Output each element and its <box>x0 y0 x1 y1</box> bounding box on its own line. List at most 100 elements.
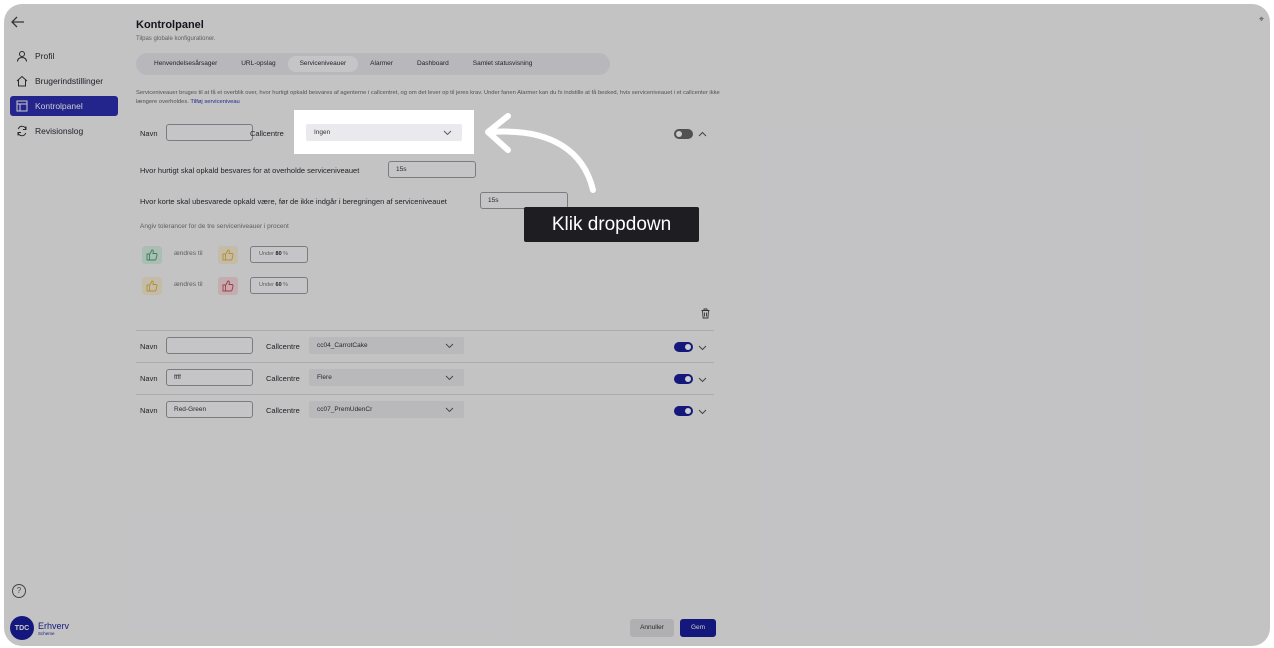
sidebar-item-kontrolpanel[interactable]: Kontrolpanel <box>10 96 118 116</box>
main-content: Kontrolpanel Tilpas globale konfiguratio… <box>136 4 736 646</box>
thumbs-up-icon <box>222 249 234 261</box>
app-window: Profil Brugerindstillinger Kontrolpanel … <box>4 4 1270 646</box>
logo-text: Erhverv Scheme <box>38 621 69 636</box>
tolerance-value: 60 <box>275 282 282 288</box>
enable-toggle[interactable] <box>674 406 693 416</box>
divider <box>136 362 714 363</box>
logo-name: Erhverv <box>38 620 70 631</box>
add-service-level-link[interactable]: Tilføj serviceniveau <box>190 99 239 105</box>
dropdown-value: Flere <box>317 374 332 381</box>
sidebar-item-label: Revisionslog <box>35 126 84 136</box>
chevron-down-icon <box>443 130 452 136</box>
sidebar-item-label: Brugerindstillinger <box>35 76 104 86</box>
percent-unit: % <box>283 282 289 288</box>
logo-badge: TDC <box>10 616 34 640</box>
divider <box>136 330 714 331</box>
name-input[interactable] <box>166 337 253 354</box>
thumbs-up-icon <box>222 280 234 292</box>
chevron-up-icon[interactable] <box>698 130 707 139</box>
name-label: Navn <box>140 374 158 383</box>
callcentre-dropdown[interactable]: Ingen <box>306 124 462 141</box>
dropdown-value: Ingen <box>314 129 331 136</box>
chevron-down-icon[interactable] <box>698 375 707 384</box>
callcentre-label: Callcentre <box>266 374 300 383</box>
toggle-knob <box>685 408 691 414</box>
thumbs-up-icon <box>146 280 158 292</box>
sidebar: Profil Brugerindstillinger Kontrolpanel … <box>4 4 122 646</box>
tab-url-opslag[interactable]: URL-opslag <box>229 56 287 72</box>
home-icon <box>16 75 28 87</box>
divider <box>136 394 714 395</box>
enable-toggle[interactable] <box>674 129 693 139</box>
dropdown-value: cc07_PremUdenCr <box>317 406 373 413</box>
chevron-down-icon <box>445 375 454 381</box>
level-yellow-badge <box>218 246 238 264</box>
tab-bar: Henvendelsesårsager URL-opslag Serviceni… <box>136 53 610 75</box>
page-title: Kontrolpanel <box>136 19 204 31</box>
back-arrow-icon[interactable] <box>10 14 26 30</box>
description: Serviceniveauer bruges til at få et over… <box>136 89 724 107</box>
trash-icon[interactable] <box>700 308 711 319</box>
chevron-down-icon[interactable] <box>698 343 707 352</box>
tolerance-value: 80 <box>275 251 282 257</box>
callcentre-dropdown[interactable]: cc07_PremUdenCr <box>309 401 464 418</box>
tab-alarmer[interactable]: Alarmer <box>358 56 405 72</box>
tab-samlet-statusvisning[interactable]: Samlet statusvisning <box>461 56 545 72</box>
callcentre-label: Callcentre <box>250 129 284 138</box>
name-label: Navn <box>140 342 158 351</box>
name-label: Navn <box>140 406 158 415</box>
page-subtitle: Tilpas globale konfigurationer. <box>136 36 216 42</box>
tab-serviceniveauer[interactable]: Serviceniveauer <box>287 56 359 72</box>
save-button[interactable]: Gem <box>680 619 716 637</box>
enable-toggle[interactable] <box>674 374 693 384</box>
chevron-down-icon <box>445 407 454 413</box>
sidebar-item-label: Kontrolpanel <box>35 101 83 111</box>
callcentre-label: Callcentre <box>266 342 300 351</box>
changes-to-label: ændres til <box>174 250 203 257</box>
percent-unit: % <box>283 251 289 257</box>
refresh-icon <box>17 125 27 137</box>
dropdown-value: cc04_CarrotCake <box>317 342 368 349</box>
chevron-down-icon[interactable] <box>698 407 707 416</box>
sidebar-item-brugerindstillinger[interactable]: Brugerindstillinger <box>10 71 118 91</box>
toggle-knob <box>685 344 691 350</box>
level-red-badge <box>218 277 238 295</box>
sidebar-item-revisionslog[interactable]: Revisionslog <box>10 121 118 141</box>
changes-to-label: ændres til <box>174 281 203 288</box>
tab-henvendelsesaarsager[interactable]: Henvendelsesårsager <box>142 56 229 72</box>
pin-icon[interactable]: ⌖ <box>1259 14 1264 25</box>
under-label: Under <box>259 251 274 257</box>
callcentre-dropdown[interactable]: Flere <box>309 369 464 386</box>
toggle-knob <box>685 376 691 382</box>
enable-toggle[interactable] <box>674 342 693 352</box>
tutorial-highlight: Ingen <box>294 110 474 154</box>
company-logo: TDC Erhverv Scheme <box>10 616 69 640</box>
person-icon <box>17 51 27 62</box>
chevron-down-icon <box>445 343 454 349</box>
help-icon[interactable]: ? <box>12 584 26 598</box>
name-label: Navn <box>140 129 158 138</box>
sidebar-item-profil[interactable]: Profil <box>10 46 118 66</box>
answer-time-label: Hvor hurtigt skal opkald besvares for at… <box>140 166 360 175</box>
name-input[interactable] <box>166 124 253 141</box>
name-input[interactable]: Red-Green <box>166 401 253 418</box>
tutorial-callout: Klik dropdown <box>524 207 699 242</box>
toggle-knob <box>676 131 682 137</box>
logo-tagline: Scheme <box>38 630 55 636</box>
tab-dashboard[interactable]: Dashboard <box>405 56 461 72</box>
short-calls-label: Hvor korte skal ubesvarede opkald være, … <box>140 197 447 206</box>
annotation-arrow-icon <box>485 113 596 193</box>
answer-time-input[interactable]: 15s <box>388 161 476 178</box>
tolerance-input-1[interactable]: Under 80 % <box>250 246 308 263</box>
under-label: Under <box>259 282 274 288</box>
name-input[interactable]: ffff <box>166 369 253 386</box>
tolerance-input-2[interactable]: Under 60 % <box>250 277 308 294</box>
level-yellow-badge <box>142 277 162 295</box>
thumbs-up-icon <box>146 249 158 261</box>
callcentre-dropdown[interactable]: cc04_CarrotCake <box>309 337 464 354</box>
cancel-button[interactable]: Annuller <box>630 619 674 637</box>
panel-icon <box>16 100 28 112</box>
callcentre-label: Callcentre <box>266 406 300 415</box>
level-green-badge <box>142 246 162 264</box>
sidebar-nav: Profil Brugerindstillinger Kontrolpanel … <box>10 46 118 146</box>
